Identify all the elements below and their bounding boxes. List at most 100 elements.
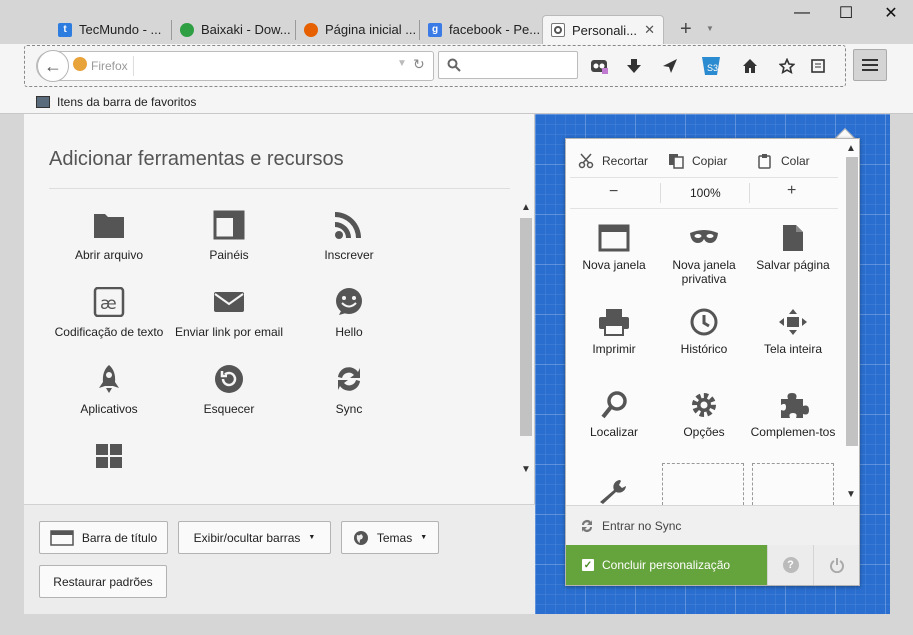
palette-item-text-encoding[interactable]: æ Codificação de texto: [49, 287, 169, 339]
find-icon: [601, 391, 627, 419]
apps-icon: [99, 365, 119, 393]
scrollbar-thumb[interactable]: [846, 157, 858, 446]
identity-label: Firefox: [91, 59, 128, 73]
close-tab-icon[interactable]: ✕: [644, 22, 655, 38]
url-bar[interactable]: Firefox ▼ ↻: [36, 51, 434, 81]
menu-panel-scrollbar[interactable]: ▲ ▼: [845, 143, 858, 501]
zoom-out-button[interactable]: −: [609, 183, 618, 201]
scroll-up-icon[interactable]: ▲: [846, 143, 856, 154]
reload-icon[interactable]: ↻: [413, 56, 425, 73]
menu-item-options[interactable]: Opções: [659, 391, 749, 439]
close-window-button[interactable]: ✕: [874, 2, 908, 24]
scroll-up-icon[interactable]: ▲: [521, 202, 531, 213]
paste-button[interactable]: Colar: [757, 150, 810, 172]
tab-pagina-inicial[interactable]: Página inicial ...: [296, 15, 420, 44]
downloads-icon[interactable]: [624, 56, 644, 76]
palette-item-subscribe[interactable]: Inscrever: [289, 210, 409, 262]
scroll-down-icon[interactable]: ▼: [521, 464, 531, 475]
menu-item-new-window[interactable]: Nova janela: [569, 224, 659, 272]
zoom-in-button[interactable]: +: [787, 182, 796, 200]
sync-sign-in-button[interactable]: Entrar no Sync: [566, 505, 859, 545]
bookmark-star-icon[interactable]: [777, 56, 797, 76]
fullscreen-icon: [779, 309, 807, 335]
tab-label: facebook - Pe...: [449, 22, 541, 37]
tab-baixaki[interactable]: Baixaki - Dow...: [172, 15, 296, 44]
palette-item-apps[interactable]: Aplicativos: [49, 364, 169, 416]
empty-slot-placeholder: [752, 463, 834, 505]
maximize-button[interactable]: ☐: [829, 2, 863, 24]
menu-item-history[interactable]: Histórico: [659, 308, 749, 356]
window-right-border: [890, 114, 913, 614]
bookmarks-toolbar-items[interactable]: Itens da barra de favoritos: [57, 95, 196, 109]
quit-button[interactable]: [813, 545, 859, 585]
tab-facebook[interactable]: g facebook - Pe...: [420, 15, 542, 44]
scroll-down-icon[interactable]: ▼: [846, 489, 856, 500]
bookmarks-menu-icon[interactable]: [808, 56, 828, 76]
history-icon: [690, 308, 718, 336]
folder-icon: [94, 214, 124, 238]
text-encoding-icon: æ: [93, 287, 125, 317]
tile-view-icon: [96, 444, 122, 468]
palette-scrollbar[interactable]: ▲ ▼: [519, 202, 533, 480]
menu-item-private-window[interactable]: Nova janela privativa: [659, 224, 749, 286]
palette-divider: [49, 188, 510, 189]
extension-icon[interactable]: [589, 56, 609, 76]
menu-item-find[interactable]: Localizar: [569, 391, 659, 439]
restore-defaults-button[interactable]: Restaurar padrões: [39, 565, 167, 598]
hello-icon: [336, 288, 362, 315]
svg-text:æ: æ: [100, 294, 117, 314]
palette-item-email-link[interactable]: Enviar link por email: [169, 287, 289, 339]
zoom-reset-button[interactable]: 100%: [690, 186, 721, 200]
menu-item-print[interactable]: Imprimir: [569, 308, 659, 356]
themes-dropdown-button[interactable]: Temas ▼: [341, 521, 439, 554]
palette-item-hello[interactable]: Hello: [289, 287, 409, 339]
done-customizing-button[interactable]: ✓ Concluir personalização: [566, 545, 767, 585]
globe-icon: [353, 530, 368, 545]
tab-label: Página inicial ...: [325, 22, 417, 37]
home-icon[interactable]: [740, 56, 760, 76]
scrollbar-thumb[interactable]: [520, 218, 532, 436]
url-history-dropdown-icon[interactable]: ▼: [397, 58, 407, 69]
dropdown-arrow-icon: ▼: [308, 534, 316, 541]
palette-item-open-file[interactable]: Abrir arquivo: [49, 210, 169, 262]
cut-button[interactable]: Recortar: [578, 150, 648, 172]
back-button[interactable]: ←: [37, 50, 69, 82]
send-tab-icon[interactable]: [660, 56, 680, 76]
tab-tecmundo[interactable]: t TecMundo - ...: [50, 15, 172, 44]
palette-item-sync[interactable]: Sync: [289, 364, 409, 416]
print-icon: [599, 309, 629, 336]
tecmundo-favicon-icon: t: [58, 22, 72, 37]
palette-item-panels[interactable]: Painéis: [169, 210, 289, 262]
help-button[interactable]: ?: [767, 545, 813, 585]
tab-personalizar[interactable]: Personali... ✕: [542, 15, 664, 44]
palette-title: Adicionar ferramentas e recursos: [49, 148, 344, 170]
minimize-button[interactable]: —: [785, 2, 819, 24]
palette-item-forget[interactable]: Esquecer: [169, 364, 289, 416]
bookmarks-toolbar: Itens da barra de favoritos: [0, 92, 913, 114]
menu-item-save-page[interactable]: Salvar página: [748, 224, 838, 272]
copy-button[interactable]: Copiar: [668, 150, 727, 172]
paste-icon: [758, 154, 771, 169]
identity-firefox-icon: [73, 57, 87, 71]
hamburger-menu-button[interactable]: [853, 49, 887, 81]
addons-puzzle-icon: [781, 393, 809, 418]
back-arrow-icon: ←: [44, 55, 62, 76]
empty-slot-placeholder: [662, 463, 744, 505]
help-icon: ?: [782, 557, 799, 573]
options-gear-icon: [692, 393, 716, 417]
title-bar-toggle-button[interactable]: Barra de título: [39, 521, 168, 554]
palette-item-tile-view[interactable]: [49, 441, 169, 479]
bookmarks-folder-icon: [36, 96, 50, 108]
menu-item-fullscreen[interactable]: Tela inteira: [748, 308, 838, 356]
menu-item-addons[interactable]: Complemen-tos: [748, 391, 838, 439]
search-bar[interactable]: [438, 51, 578, 79]
tab-list-chevron-icon[interactable]: ▼: [706, 24, 714, 33]
new-tab-button[interactable]: +: [680, 18, 692, 41]
save-page-icon: [783, 225, 803, 251]
s3-extension-icon[interactable]: S3: [698, 53, 724, 79]
power-icon: [829, 558, 844, 573]
developer-wrench-icon[interactable]: [596, 478, 628, 507]
private-window-icon: [690, 230, 718, 243]
firefox-favicon-icon: [304, 22, 318, 37]
toolbars-dropdown-button[interactable]: Exibir/ocultar barras ▼: [178, 521, 331, 554]
